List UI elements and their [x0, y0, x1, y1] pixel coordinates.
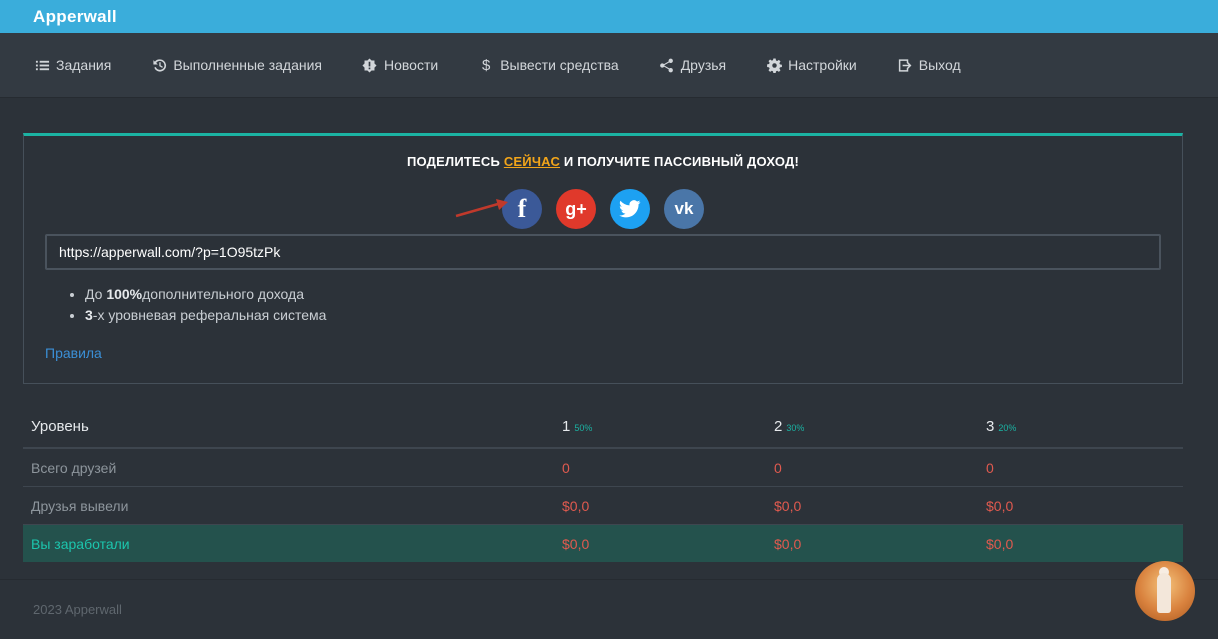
level-percent: 20%: [998, 422, 1017, 433]
referral-link-input[interactable]: [45, 234, 1161, 270]
cell-value: $0,0: [978, 486, 1183, 525]
vk-icon-glyph: vk: [674, 199, 694, 218]
vk-share-button[interactable]: vkvk: [664, 189, 704, 229]
cell-value: $0,0: [554, 486, 766, 525]
share-icon: [659, 57, 675, 73]
cell-value: $0,0: [978, 524, 1183, 562]
cell-value: 0: [554, 448, 766, 487]
nav-item-label: Задания: [56, 57, 112, 73]
nav-item-news[interactable]: Новости: [362, 57, 438, 73]
nav-item-label: Настройки: [788, 57, 857, 73]
cell-value: $0,0: [766, 524, 978, 562]
twitter-share-button[interactable]: [610, 189, 650, 229]
rules-link[interactable]: Правила: [45, 345, 102, 361]
perk-highlight: 100%: [106, 286, 143, 302]
perks-list: До 100%дополнительного дохода 3-х уровне…: [45, 284, 1161, 326]
perk-text: дополнительного дохода: [142, 286, 304, 302]
top-bar: Apperwall: [0, 0, 1218, 33]
nav-item-label: Выход: [918, 57, 961, 73]
brand-logo[interactable]: Apperwall: [33, 7, 117, 27]
facebook-icon: f: [517, 194, 527, 223]
row-label: Друзья вывели: [23, 486, 554, 525]
cell-value: $0,0: [766, 486, 978, 525]
perk-text: -х уровневая реферальная система: [92, 307, 327, 323]
cell-value: 0: [766, 448, 978, 487]
dollar-icon: $: [482, 56, 491, 74]
level-3-header: 3 20%: [978, 405, 1183, 449]
level-number: 2: [774, 417, 783, 435]
share-title-start: ПОДЕЛИТЕСЬ: [407, 154, 504, 169]
perk-text: До: [85, 286, 107, 302]
nav-item-label: Выполненные задания: [173, 57, 322, 73]
nav-item-label: Вывести средства: [500, 57, 619, 73]
table-row: Друзья вывели $0,0 $0,0 $0,0: [23, 486, 1183, 525]
cell-value: 0: [978, 448, 1183, 487]
cell-value: $0,0: [554, 524, 766, 562]
referral-stats-table: Уровень 1 50% 2 30% 3 20% Всего друзей 0 0 …: [23, 405, 1183, 562]
list-icon: [34, 57, 50, 73]
row-label: Вы заработали: [23, 524, 554, 562]
list-item: 3-х уровневая реферальная система: [85, 305, 1161, 326]
nav-item-label: Друзья: [680, 57, 727, 73]
level-percent: 30%: [786, 422, 805, 433]
logout-icon: [897, 57, 913, 73]
alert-icon: [362, 57, 378, 73]
nav-item-logout[interactable]: Выход: [897, 57, 961, 73]
level-header: Уровень: [23, 405, 554, 449]
nav-item-settings[interactable]: Настройки: [766, 57, 857, 73]
table-row: Всего друзей 0 0 0: [23, 448, 1183, 487]
social-buttons: f g+ vkvk: [45, 189, 1161, 229]
level-2-header: 2 30%: [766, 405, 978, 449]
share-now-link[interactable]: СЕЙЧАС: [504, 154, 560, 169]
nav-item-tasks[interactable]: Задания: [34, 57, 111, 73]
share-title: ПОДЕЛИТЕСЬ СЕЙЧАС И ПОЛУЧИТЕ ПАССИВНЫЙ Д…: [45, 154, 1161, 169]
share-panel: ПОДЕЛИТЕСЬ СЕЙЧАС И ПОЛУЧИТЕ ПАССИВНЫЙ Д…: [23, 133, 1183, 384]
google-plus-icon: g+: [565, 198, 587, 219]
level-1-header: 1 50%: [554, 405, 766, 449]
support-chat-avatar[interactable]: [1135, 561, 1195, 621]
twitter-icon: [619, 200, 641, 218]
avatar-figure: [1157, 573, 1171, 613]
level-percent: 50%: [574, 422, 593, 433]
nav-item-completed-tasks[interactable]: Выполненные задания: [151, 57, 322, 73]
nav-item-friends[interactable]: Друзья: [659, 57, 726, 73]
copyright-text: 2023 Apperwall: [33, 602, 122, 617]
list-item: До 100%дополнительного дохода: [85, 284, 1161, 305]
table-row-earned: Вы заработали $0,0 $0,0 $0,0: [23, 524, 1183, 562]
row-label: Всего друзей: [23, 448, 554, 487]
share-title-end: И ПОЛУЧИТЕ ПАССИВНЫЙ ДОХОД!: [560, 154, 799, 169]
perk-highlight: 3: [85, 307, 93, 323]
main-nav: Задания Выполненные задания Новости $ Вы…: [0, 33, 1218, 98]
gear-icon: [766, 57, 782, 73]
table-header-row: Уровень 1 50% 2 30% 3 20%: [23, 405, 1183, 449]
google-plus-share-button[interactable]: g+: [556, 189, 596, 229]
pointer-arrow-icon: [455, 199, 508, 218]
level-number: 3: [986, 417, 995, 435]
nav-item-withdraw[interactable]: $ Вывести средства: [478, 56, 619, 74]
main-content: ПОДЕЛИТЕСЬ СЕЙЧАС И ПОЛУЧИТЕ ПАССИВНЫЙ Д…: [0, 98, 1218, 562]
level-number: 1: [562, 417, 571, 435]
footer: 2023 Apperwall: [0, 579, 1218, 639]
history-icon: [151, 57, 167, 73]
nav-item-label: Новости: [383, 57, 439, 73]
